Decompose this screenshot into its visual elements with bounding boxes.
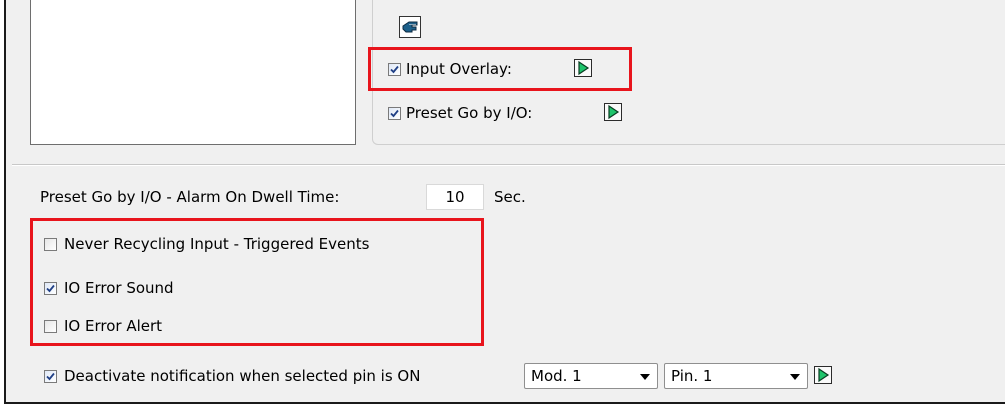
never-recycling-label: Never Recycling Input - Triggered Events (64, 235, 370, 253)
deactivate-play-button[interactable] (814, 366, 832, 384)
io-error-sound-label: IO Error Sound (64, 279, 174, 297)
green-play-arrow-icon (815, 367, 831, 387)
dwell-time-unit: Sec. (494, 188, 526, 206)
deactivate-notification-label: Deactivate notification when selected pi… (64, 367, 421, 385)
section-separator (12, 164, 1005, 166)
preset-go-io-play-button[interactable] (604, 103, 622, 121)
pointing-hand-icon (400, 21, 420, 41)
dwell-time-label: Preset Go by I/O - Alarm On Dwell Time: (40, 188, 340, 206)
chevron-down-icon (640, 374, 650, 380)
module-select-value: Mod. 1 (531, 367, 582, 385)
never-recycling-checkbox[interactable] (44, 238, 57, 251)
dwell-time-input[interactable] (426, 184, 484, 210)
preview-area (30, 0, 356, 145)
io-error-alert-label: IO Error Alert (64, 317, 163, 335)
input-overlay-label: Input Overlay: (406, 60, 512, 78)
io-error-alert-checkbox[interactable] (44, 320, 57, 333)
green-play-arrow-icon (575, 60, 591, 80)
pin-select[interactable]: Pin. 1 (664, 363, 808, 389)
input-overlay-checkbox[interactable] (388, 63, 401, 76)
hand-pointer-button[interactable] (399, 16, 421, 38)
preset-go-io-label: Preset Go by I/O: (406, 104, 533, 122)
chevron-down-icon (790, 374, 800, 380)
io-error-sound-checkbox[interactable] (44, 282, 57, 295)
settings-panel: Input Overlay: Preset Go by I/O: Preset … (4, 0, 1005, 404)
deactivate-notification-checkbox[interactable] (44, 370, 57, 383)
pin-select-value: Pin. 1 (671, 367, 713, 385)
module-select[interactable]: Mod. 1 (524, 363, 658, 389)
green-play-arrow-icon (605, 104, 621, 124)
preset-go-io-checkbox[interactable] (388, 107, 401, 120)
input-overlay-play-button[interactable] (574, 59, 592, 77)
